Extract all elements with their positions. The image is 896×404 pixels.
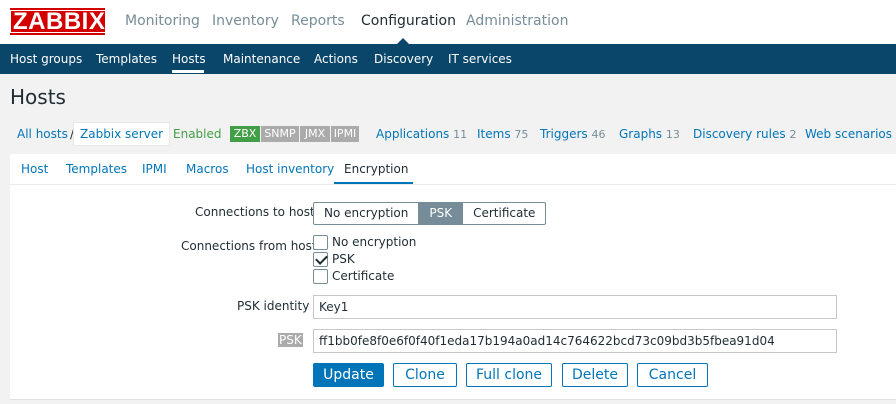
breadcrumb-all-hosts[interactable]: All hosts	[17, 127, 68, 141]
tab-encryption[interactable]: Encryption	[344, 162, 408, 176]
graphs-count: 13	[665, 128, 680, 141]
menu-configuration[interactable]: Configuration	[361, 13, 456, 29]
tab-macros[interactable]: Macros	[186, 162, 229, 176]
connections-from-host-label: Connections from host	[181, 239, 317, 253]
encryption-form: Connections to host No encryption PSK Ce…	[10, 185, 896, 400]
top-header: ZABBIX Monitoring Inventory Reports Conf…	[0, 0, 896, 45]
menu-monitoring[interactable]: Monitoring	[125, 13, 200, 29]
to-host-no-encryption-option[interactable]: No encryption	[314, 203, 420, 224]
psk-input[interactable]: ff1bb0fe8f0e6f0f40f1eda17b194a0ad14c7646…	[313, 329, 837, 353]
submenu-active-indicator	[172, 70, 204, 73]
availability-zbx-badge: ZBX	[230, 126, 260, 142]
connections-to-host-selector: No encryption PSK Certificate	[313, 202, 547, 225]
from-host-psk-row: PSK	[313, 251, 355, 267]
availability-jmx-badge: JMX	[300, 126, 330, 142]
discovery-rules-label: Discovery rules	[693, 127, 786, 141]
menu-inventory[interactable]: Inventory	[212, 13, 279, 29]
sub-menu: Host groups Templates Hosts Maintenance …	[0, 44, 896, 74]
nav-discovery-rules[interactable]: Discovery rules 2	[693, 127, 796, 141]
tab-ipmi[interactable]: IPMI	[142, 162, 167, 176]
discovery-rules-count: 2	[789, 128, 797, 141]
submenu-it-services[interactable]: IT services	[448, 52, 512, 66]
psk-label: PSK	[278, 333, 303, 347]
tab-host-inventory[interactable]: Host inventory	[246, 162, 334, 176]
from-host-certificate-row: Certificate	[313, 268, 394, 284]
menu-reports[interactable]: Reports	[291, 13, 345, 29]
nav-web-scenarios[interactable]: Web scenarios	[805, 127, 892, 141]
from-host-psk-label: PSK	[332, 252, 355, 266]
to-host-certificate-option[interactable]: Certificate	[463, 203, 545, 224]
triggers-label: Triggers	[540, 127, 588, 141]
breadcrumb-current-host[interactable]: Zabbix server	[73, 122, 170, 146]
menu-administration[interactable]: Administration	[466, 13, 568, 29]
from-host-no-encryption-row: No encryption	[313, 234, 416, 250]
items-count: 75	[514, 128, 529, 141]
from-host-no-encryption-checkbox[interactable]	[313, 234, 328, 250]
page-title: Hosts	[10, 85, 66, 109]
submenu-actions[interactable]: Actions	[314, 52, 358, 66]
nav-applications[interactable]: Applications 11	[376, 127, 467, 141]
submenu-discovery[interactable]: Discovery	[374, 52, 433, 66]
host-status[interactable]: Enabled	[173, 127, 222, 141]
host-name-link[interactable]: Zabbix server	[80, 127, 163, 141]
submenu-host-groups[interactable]: Host groups	[10, 52, 82, 66]
nav-items[interactable]: Items 75	[477, 127, 528, 141]
zabbix-logo[interactable]: ZABBIX	[10, 8, 109, 35]
triggers-count: 46	[591, 128, 606, 141]
applications-label: Applications	[376, 127, 450, 141]
cancel-button[interactable]: Cancel	[637, 363, 708, 387]
from-host-psk-checkbox[interactable]	[313, 251, 328, 267]
items-label: Items	[477, 127, 511, 141]
to-host-psk-option[interactable]: PSK	[419, 203, 464, 224]
from-host-no-encryption-label: No encryption	[332, 235, 417, 249]
submenu-maintenance[interactable]: Maintenance	[223, 52, 300, 66]
connections-to-host-label: Connections to host	[195, 205, 315, 219]
delete-button[interactable]: Delete	[562, 363, 628, 387]
psk-identity-input[interactable]: Key1	[313, 295, 837, 319]
full-clone-button[interactable]: Full clone	[466, 363, 552, 387]
submenu-templates[interactable]: Templates	[96, 52, 157, 66]
tab-host[interactable]: Host	[21, 162, 48, 176]
tab-templates[interactable]: Templates	[66, 162, 127, 176]
from-host-certificate-label: Certificate	[332, 269, 395, 283]
nav-graphs[interactable]: Graphs 13	[619, 127, 680, 141]
active-tab-indicator	[334, 182, 413, 184]
host-navigation: All hosts / Zabbix server Enabled ZBX SN…	[10, 122, 896, 146]
from-host-certificate-checkbox[interactable]	[313, 268, 328, 284]
availability-ipmi-badge: IPMI	[331, 126, 359, 142]
update-button[interactable]: Update	[313, 363, 384, 387]
submenu-hosts[interactable]: Hosts	[172, 52, 206, 66]
host-tabs: Host Templates IPMI Macros Host inventor…	[10, 154, 896, 185]
applications-count: 11	[453, 128, 468, 141]
clone-button[interactable]: Clone	[393, 363, 457, 387]
availability-snmp-badge: SNMP	[261, 126, 299, 142]
psk-identity-label: PSK identity	[237, 299, 310, 313]
logo-text: ZABBIX	[10, 10, 109, 34]
nav-triggers[interactable]: Triggers 46	[540, 127, 605, 141]
graphs-label: Graphs	[619, 127, 663, 141]
